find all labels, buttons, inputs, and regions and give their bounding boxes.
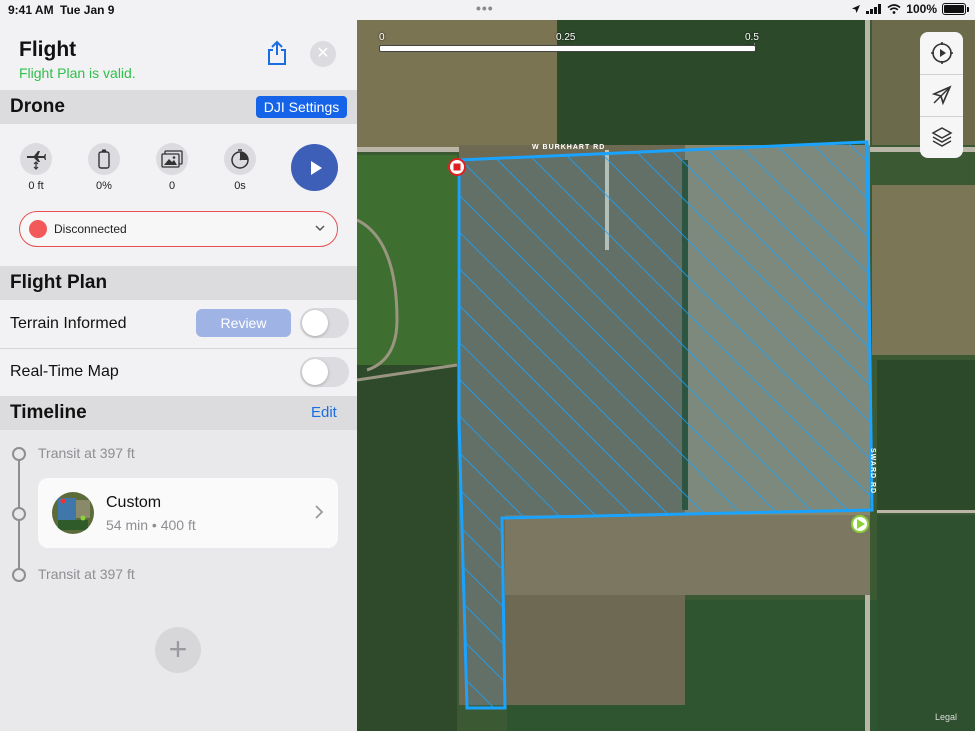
flight-settings-button[interactable] [920,32,963,74]
timeline-list: Transit at 397 ft Custom 54 min • 400 ft… [0,430,357,731]
sidebar: Flight Flight Plan is valid. ✕ Drone DJI… [0,20,357,731]
flight-plan-section-title: Flight Plan [10,272,108,293]
timeline-section-title: Timeline [10,402,87,423]
location-arrow-icon [931,85,952,105]
drone-section-title: Drone [10,96,65,117]
validation-status: Flight Plan is valid. [19,65,136,81]
battery-value: 0% [96,180,112,192]
flight-settings-icon [930,42,953,64]
terrain-informed-row: Terrain Informed Review [0,300,357,348]
altitude-icon [27,151,46,170]
timeline-node [12,568,26,582]
photos-icon [161,150,183,168]
battery-status-icon [942,3,966,15]
scale-label: 0.25 [556,32,576,43]
page-title: Flight [19,38,77,61]
photos-value: 0 [168,180,176,192]
photos-stat: 0 [147,143,197,192]
altitude-value: 0 ft [28,180,44,192]
battery-percent: 100% [906,2,937,16]
map-controls [920,32,963,158]
add-item-button[interactable]: + [155,627,201,673]
battery-icon [98,149,110,169]
review-button[interactable]: Review [196,309,291,337]
start-flight-button[interactable] [291,144,338,191]
mission-name: Custom [106,494,162,511]
timer-icon [231,149,249,169]
altitude-stat: 0 ft [11,143,61,192]
transit-item: Transit at 397 ft [38,566,135,582]
road-label: SWARD RD [869,448,876,495]
terrain-informed-label: Terrain Informed [10,315,127,332]
connection-status-text: Disconnected [54,222,127,236]
real-time-map-label: Real-Time Map [10,363,119,380]
location-button[interactable] [920,74,963,116]
drone-panel: 0 ft 0% 0 0s Disconnected [0,124,357,270]
play-icon [310,160,322,175]
status-date: Tue Jan 9 [60,3,115,17]
close-icon: ✕ [316,45,330,62]
mission-card[interactable]: Custom 54 min • 400 ft [38,478,338,548]
terrain-informed-toggle[interactable] [300,308,349,338]
connection-dropdown[interactable]: Disconnected [19,211,338,247]
timeline-node [12,507,26,521]
scale-label: 0 [379,32,385,43]
battery-stat: 0% [79,143,129,192]
share-icon[interactable] [265,40,289,66]
sidebar-header: Flight Flight Plan is valid. ✕ [0,20,357,90]
scale-bar [379,45,756,52]
timer-value: 0s [234,180,246,192]
wifi-icon [887,4,901,14]
timeline-section-header: Timeline [0,396,357,430]
status-time: 9:41 AM [8,3,54,17]
timer-stat: 0s [215,143,265,192]
dji-settings-button[interactable]: DJI Settings [256,96,347,118]
mission-thumbnail [52,492,94,534]
chevron-down-icon [315,225,325,232]
map-view[interactable]: 0 0.25 0.5 mi W BURKHART RD SWARD RD [357,20,975,731]
satellite-map [357,20,975,731]
map-scale: 0 0.25 0.5 mi [379,32,759,54]
multitasking-dots[interactable]: ••• [476,0,494,16]
timeline-node [12,447,26,461]
toggle-knob [302,359,328,385]
status-indicators: 100% [851,2,969,16]
flight-plan-section-header: Flight Plan [0,266,357,300]
real-time-map-toggle[interactable] [300,357,349,387]
timeline-edit-button[interactable]: Edit [311,404,337,421]
legal-link[interactable]: Legal [935,712,957,722]
transit-item: Transit at 397 ft [38,445,135,461]
real-time-map-row: Real-Time Map [0,349,357,397]
connection-status-dot [29,220,47,238]
chevron-right-icon [315,505,324,519]
layers-button[interactable] [920,116,963,158]
mission-detail: 54 min • 400 ft [106,517,196,533]
signal-icon [866,4,882,14]
status-bar: 9:41 AM Tue Jan 9 ••• 100% [0,0,975,20]
plus-icon: + [168,631,188,667]
toggle-knob [302,310,328,336]
layers-icon [930,127,953,147]
road-label: W BURKHART RD [532,144,606,151]
location-icon [852,5,861,13]
close-button[interactable]: ✕ [310,41,336,67]
